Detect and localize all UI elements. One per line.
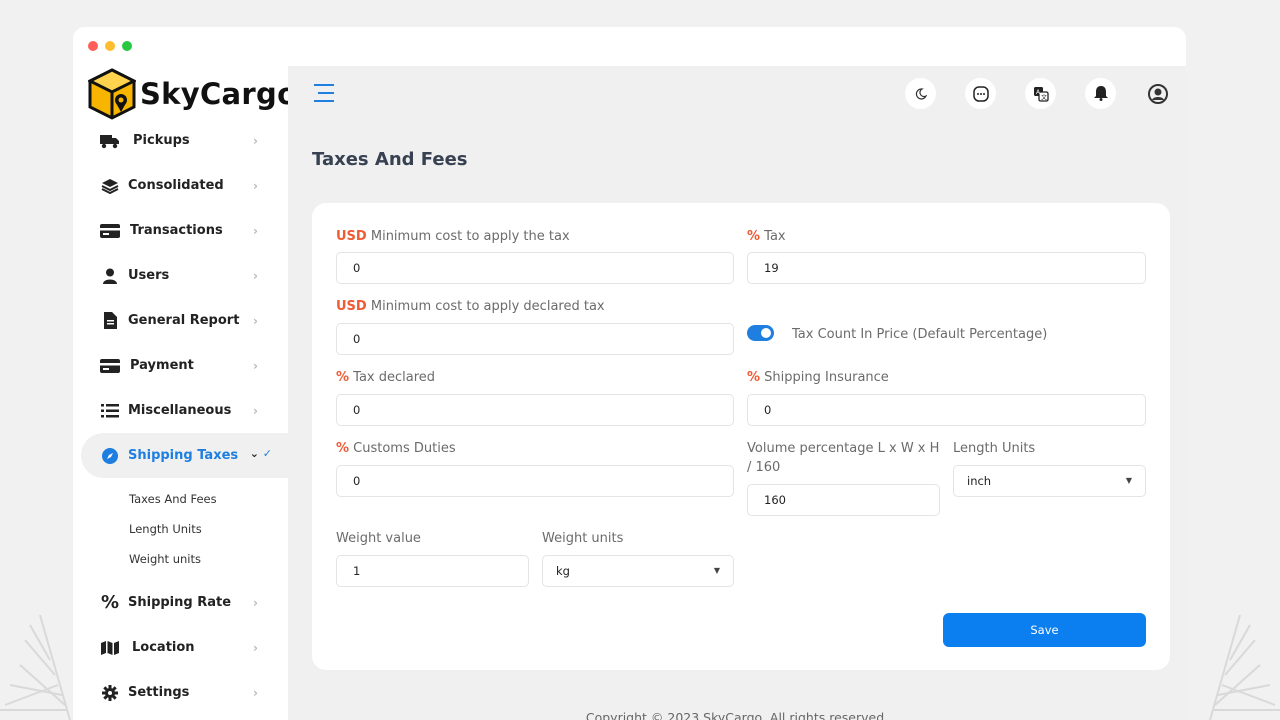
tax-input[interactable]: 19 (747, 252, 1146, 284)
close-dot[interactable] (88, 41, 98, 51)
min-cost-declared-input[interactable]: 0 (336, 323, 734, 355)
min-cost-tax-input[interactable]: 0 (336, 252, 734, 284)
customs-duties-label: % Customs Duties (336, 441, 456, 456)
weight-units-value: kg (556, 564, 570, 578)
customs-duties-input[interactable]: 0 (336, 465, 734, 497)
minimize-dot[interactable] (105, 41, 115, 51)
list-icon (100, 401, 120, 421)
volume-percentage-input[interactable]: 160 (747, 484, 940, 516)
toggle-knob (761, 328, 771, 338)
sidebar-item-label: Pickups (133, 133, 190, 148)
length-units-select[interactable]: inch ▼ (953, 465, 1146, 497)
sidebar-item-users[interactable]: Users › (81, 253, 288, 298)
min-cost-declared-label: USD Minimum cost to apply declared tax (336, 299, 605, 314)
page-title: Taxes And Fees (312, 149, 468, 170)
app-window: SkyCargo Pickups › Consolidated › Transa… (73, 27, 1186, 720)
percent-icon: % (100, 592, 120, 613)
sidebar-item-label: Users (128, 268, 170, 283)
chat-icon[interactable] (965, 78, 996, 109)
bell-icon[interactable] (1085, 78, 1116, 109)
sidebar-item-label: Payment (130, 358, 194, 373)
tax-declared-label: % Tax declared (336, 370, 436, 385)
card-icon (100, 356, 120, 376)
sidebar: SkyCargo Pickups › Consolidated › Transa… (73, 66, 297, 720)
svg-text:文: 文 (1041, 93, 1047, 101)
card-icon (100, 221, 120, 241)
chevron-right-icon: › (253, 179, 258, 193)
translate-icon[interactable]: A文 (1025, 78, 1056, 109)
brand-name: SkyCargo (140, 77, 298, 111)
tax-count-toggle[interactable] (747, 325, 774, 341)
chevron-right-icon: › (253, 641, 258, 655)
length-units-label: Length Units (953, 441, 1036, 456)
sidebar-item-label: Miscellaneous (128, 403, 232, 418)
weight-units-label: Weight units (542, 531, 624, 546)
weight-value-input[interactable]: 1 (336, 555, 529, 587)
maximize-dot[interactable] (122, 41, 132, 51)
chevron-right-icon: › (253, 404, 258, 418)
subitem-length-units[interactable]: Length Units (129, 522, 202, 536)
sidebar-item-label: Shipping Rate (128, 595, 232, 610)
sidebar-item-location[interactable]: Location › (81, 625, 288, 670)
sidebar-item-label: General Report (128, 313, 240, 328)
caret-down-icon: ▼ (713, 566, 720, 575)
length-units-value: inch (967, 474, 992, 488)
sidebar-item-payment[interactable]: Payment › (81, 343, 288, 388)
sidebar-item-label: Consolidated (128, 178, 224, 193)
sidebar-item-label: Shipping Taxes (128, 448, 239, 463)
weight-value-label: Weight value (336, 531, 421, 546)
tax-declared-input[interactable]: 0 (336, 394, 734, 426)
sidebar-item-shipping-taxes[interactable]: Shipping Taxes ⌄ ✓ (81, 433, 288, 478)
chevron-right-icon: › (253, 686, 258, 700)
caret-down-icon: ▼ (1125, 476, 1132, 485)
sidebar-item-label: Transactions (130, 223, 223, 238)
user-icon (100, 266, 120, 286)
box-logo-icon (88, 68, 136, 120)
subitem-taxes-and-fees[interactable]: Taxes And Fees (129, 492, 217, 506)
menu-toggle-icon[interactable] (314, 84, 334, 106)
shipping-insurance-input[interactable]: 0 (747, 394, 1146, 426)
decorative-leaf-right (1190, 605, 1280, 720)
compass-icon (100, 446, 120, 466)
shipping-insurance-label: % Shipping Insurance (747, 370, 889, 385)
chevron-right-icon: › (253, 314, 258, 328)
tax-label: % Tax (747, 229, 786, 244)
save-button[interactable]: Save (943, 613, 1146, 647)
tax-count-label: Tax Count In Price (Default Percentage) (792, 327, 1048, 342)
taxes-form-card: USD Minimum cost to apply the tax 0 % Ta… (312, 203, 1170, 670)
chevron-down-icon: ⌄ ✓ (249, 447, 272, 460)
sidebar-item-general-report[interactable]: General Report › (81, 298, 288, 343)
sidebar-item-pickups[interactable]: Pickups › (81, 118, 288, 163)
main-content: A文 Taxes And Fees USD Minimum cost to ap… (288, 66, 1186, 720)
brand-logo[interactable]: SkyCargo (88, 66, 297, 122)
chevron-right-icon: › (253, 596, 258, 610)
chevron-right-icon: › (253, 134, 258, 148)
chevron-right-icon: › (253, 269, 258, 283)
chevron-right-icon: › (253, 359, 258, 373)
map-icon (100, 638, 120, 658)
weight-units-select[interactable]: kg ▼ (542, 555, 734, 587)
sidebar-item-settings[interactable]: Settings › (81, 670, 288, 715)
min-cost-tax-label: USD Minimum cost to apply the tax (336, 229, 570, 244)
subitem-weight-units[interactable]: Weight units (129, 552, 201, 566)
sidebar-item-consolidated[interactable]: Consolidated › (81, 163, 288, 208)
user-circle-icon[interactable] (1142, 78, 1173, 109)
sidebar-item-shipping-rate[interactable]: % Shipping Rate › (81, 580, 288, 625)
layers-icon (100, 176, 120, 196)
moon-icon[interactable] (905, 78, 936, 109)
sidebar-item-transactions[interactable]: Transactions › (81, 208, 288, 253)
sidebar-item-label: Location (132, 640, 195, 655)
volume-percentage-label: Volume percentage L x W x H / 160 (747, 441, 940, 475)
sidebar-item-miscellaneous[interactable]: Miscellaneous › (81, 388, 288, 433)
gear-icon (100, 683, 120, 703)
window-controls (88, 41, 132, 51)
footer-copyright: Copyright © 2023 SkyCargo. All rights re… (585, 710, 889, 720)
document-icon (100, 311, 120, 331)
truck-icon (100, 131, 120, 151)
chevron-right-icon: › (253, 224, 258, 238)
sidebar-item-label: Settings (128, 685, 190, 700)
